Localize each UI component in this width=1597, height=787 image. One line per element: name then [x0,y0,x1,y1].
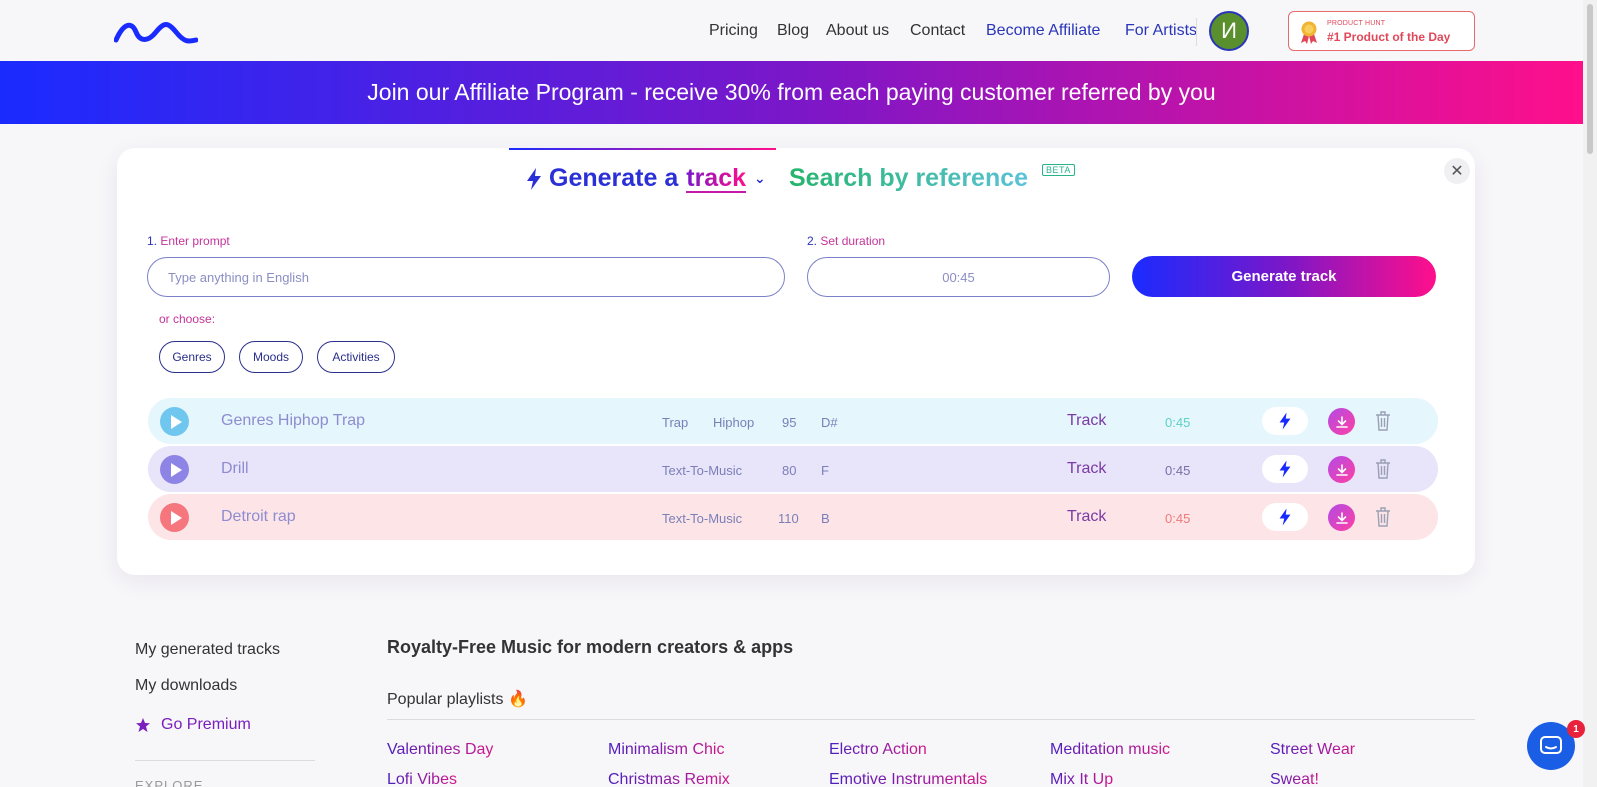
track-duration: 0:45 [1165,511,1191,526]
popular-playlists-heading: Popular playlists 🔥 [387,691,528,708]
track-type: Track [1067,460,1107,477]
track-tag: Hiphop [713,415,755,430]
product-hunt-badge[interactable]: PRODUCT HUNT #1 Product of the Day [1288,11,1475,51]
section-divider [387,719,1475,720]
track-row[interactable]: Drill Text-To-Music 80 F Track 0:45 [148,446,1438,492]
product-of-day-label: #1 Product of the Day [1327,30,1451,44]
nav-contact[interactable]: Contact [910,22,965,40]
affiliate-banner-text: Join our Affiliate Program - receive 30%… [367,79,1216,105]
activities-chip[interactable]: Activities [317,341,395,373]
moods-chip[interactable]: Moods [239,341,303,373]
chevron-down-icon[interactable]: ⌄ [754,170,766,187]
affiliate-banner[interactable]: Join our Affiliate Program - receive 30%… [0,61,1583,124]
logo-icon[interactable] [114,20,198,44]
lightning-icon [527,167,541,190]
my-downloads-link[interactable]: My downloads [135,677,237,695]
track-tag: Text-To-Music [662,511,743,526]
chat-notification-badge: 1 [1567,720,1585,738]
duration-input[interactable] [807,257,1110,297]
playlist-link[interactable]: Minimalism Chic [608,741,724,759]
prompt-input[interactable] [147,257,785,297]
play-icon[interactable] [160,407,189,436]
track-type: Track [1067,412,1107,429]
duration-label-text: Set duration [820,234,886,248]
medal-icon [1301,21,1317,44]
prompt-label-number: 1. [147,234,158,248]
download-icon[interactable] [1328,456,1355,483]
explore-heading: EXPLORE [135,778,204,787]
lightning-icon[interactable] [1262,503,1308,531]
playlist-link[interactable]: Street Wear [1270,741,1355,759]
track-duration: 0:45 [1165,415,1191,430]
generator-card: Generate a track ⌄ Search by reference B… [117,148,1475,575]
my-generated-tracks-link[interactable]: My generated tracks [135,641,280,659]
track-key: F [821,463,829,478]
track-row[interactable]: Genres Hiphop Trap Trap Hiphop 95 D# Tra… [148,398,1438,444]
track-tag: Trap [662,415,689,430]
track-tag: Text-To-Music [662,463,743,478]
page-scrollbar[interactable] [1583,0,1597,787]
download-icon[interactable] [1328,408,1355,435]
nav-divider [1196,18,1197,46]
trash-icon[interactable] [1374,506,1392,528]
track-bpm: 80 [782,463,797,478]
track-name[interactable]: Detroit rap [221,508,296,526]
close-icon[interactable]: ✕ [1444,158,1470,184]
duration-label-number: 2. [807,234,818,248]
section-title: Royalty-Free Music for modern creators &… [387,637,794,657]
track-bpm: 110 [778,511,799,526]
playlist-link[interactable]: Emotive Instrumentals [829,771,987,787]
play-icon[interactable] [160,503,189,532]
duration-label: 2. Set duration [807,234,885,248]
product-hunt-label: PRODUCT HUNT [1327,20,1386,27]
track-key: B [821,511,830,526]
prompt-label: 1. Enter prompt [147,234,230,248]
nav-become-affiliate[interactable]: Become Affiliate [986,22,1100,40]
track-bpm: 95 [782,415,797,430]
playlist-link[interactable]: Lofi Vibes [387,771,457,787]
nav-pricing[interactable]: Pricing [709,22,758,40]
avatar[interactable]: И [1209,11,1249,51]
track-row[interactable]: Detroit rap Text-To-Music 110 B Track 0:… [148,494,1438,540]
beta-badge: BETA [1042,164,1075,176]
active-tab-indicator [509,148,776,150]
nav-about-us[interactable]: About us [826,22,889,40]
go-premium-link[interactable]: Go Premium [135,716,251,734]
trash-icon[interactable] [1374,458,1392,480]
tab-generate-prefix: Generate a [549,164,679,192]
download-icon[interactable] [1328,504,1355,531]
playlist-link[interactable]: Electro Action [829,741,927,759]
trash-icon[interactable] [1374,410,1392,432]
sidebar-divider [135,760,315,761]
track-name[interactable]: Drill [221,460,249,478]
tab-track-type[interactable]: track [686,165,747,193]
nav-blog[interactable]: Blog [777,22,809,40]
prompt-label-text: Enter prompt [160,234,230,248]
scrollbar-thumb[interactable] [1587,4,1593,154]
track-duration: 0:45 [1165,463,1191,478]
track-type: Track [1067,508,1107,525]
playlist-link[interactable]: Christmas Remix [608,771,730,787]
nav-for-artists[interactable]: For Artists [1125,22,1197,40]
playlist-link[interactable]: Valentines Day [387,741,493,759]
play-icon[interactable] [160,455,189,484]
playlist-link[interactable]: Meditation music [1050,741,1170,759]
generate-track-button[interactable]: Generate track [1132,256,1436,297]
lightning-icon[interactable] [1262,455,1308,483]
chat-icon [1540,736,1562,754]
star-icon [136,718,150,732]
site-header: Pricing Blog About us Contact Become Aff… [0,0,1583,61]
or-choose-label: or choose: [159,312,216,326]
playlist-link[interactable]: Sweat! [1270,771,1319,787]
track-name[interactable]: Genres Hiphop Trap [221,412,365,430]
tab-generate-track[interactable]: Generate a track ⌄ [525,164,766,193]
playlist-link[interactable]: Mix It Up [1050,771,1113,787]
tab-search-by-reference[interactable]: Search by reference [789,164,1028,193]
go-premium-label: Go Premium [161,716,251,733]
genres-chip[interactable]: Genres [159,341,225,373]
track-key: D# [821,415,838,430]
lightning-icon[interactable] [1262,407,1308,435]
